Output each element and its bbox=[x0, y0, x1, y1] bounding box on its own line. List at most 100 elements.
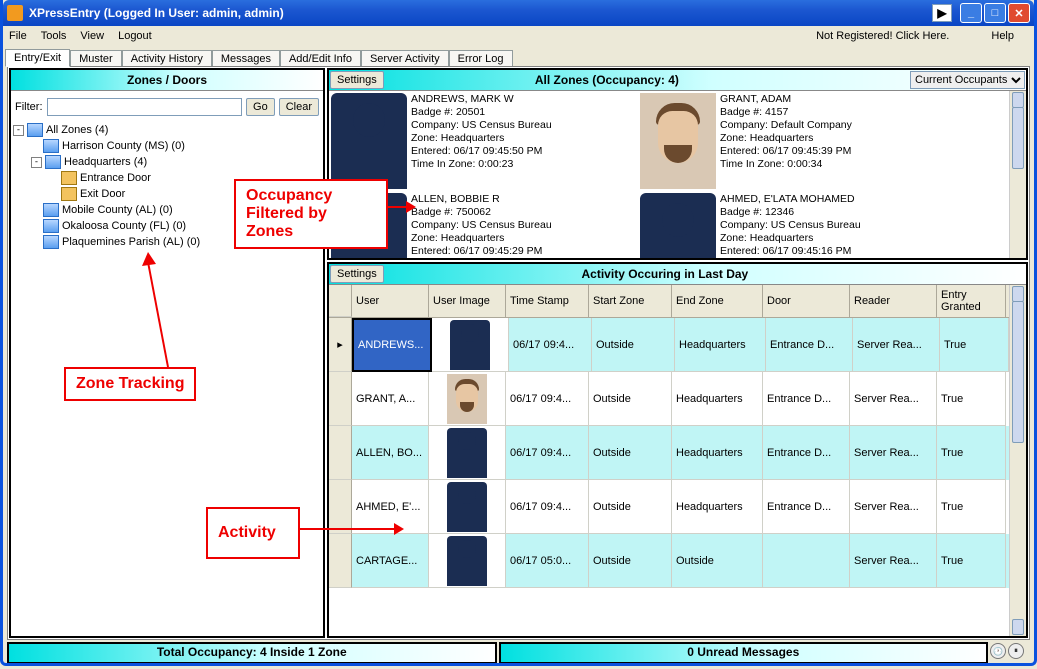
occupant-entered: Entered: 06/17 09:45:29 PM bbox=[411, 245, 552, 258]
occupant-zone: Zone: Headquarters bbox=[411, 232, 552, 245]
cell: Server Rea... bbox=[853, 318, 940, 372]
tab-error-log[interactable]: Error Log bbox=[449, 50, 513, 67]
tab-server-activity[interactable]: Server Activity bbox=[361, 50, 449, 67]
column-header[interactable]: Time Stamp bbox=[506, 285, 589, 317]
cell: Entrance D... bbox=[763, 426, 850, 480]
occupant-badge: Badge #: 750062 bbox=[411, 206, 552, 219]
activity-title: Activity Occuring in Last Day bbox=[344, 267, 986, 281]
column-header[interactable] bbox=[329, 285, 352, 317]
occupant-card[interactable]: AHMED, E'LATA MOHAMEDBadge #: 12346Compa… bbox=[638, 191, 947, 260]
table-row[interactable]: CARTAGE...06/17 05:0...OutsideOutsideSer… bbox=[329, 534, 1009, 588]
menu-logout[interactable]: Logout bbox=[118, 30, 152, 42]
tab-entry-exit[interactable]: Entry/Exit bbox=[5, 49, 70, 67]
scroll-down-arrow[interactable] bbox=[1012, 619, 1024, 635]
cell: Server Rea... bbox=[850, 372, 937, 426]
filter-label: Filter: bbox=[15, 101, 43, 113]
building-icon bbox=[45, 155, 61, 169]
tree-item[interactable]: -All Zones (4) bbox=[13, 122, 321, 138]
row-header[interactable]: ▸ bbox=[329, 318, 352, 372]
building-icon bbox=[43, 203, 59, 217]
tree-item[interactable]: -Headquarters (4) bbox=[13, 154, 321, 170]
column-header[interactable]: End Zone bbox=[672, 285, 763, 317]
cell: Outside bbox=[672, 534, 763, 588]
pause-icon[interactable]: ⏸ bbox=[1008, 643, 1024, 659]
occupant-photo bbox=[640, 93, 716, 189]
clear-button[interactable]: Clear bbox=[279, 98, 319, 116]
cell: True bbox=[940, 318, 1009, 372]
column-header[interactable]: Door bbox=[763, 285, 850, 317]
column-header[interactable]: User Image bbox=[429, 285, 506, 317]
table-row[interactable]: AHMED, E'...06/17 09:4...OutsideHeadquar… bbox=[329, 480, 1009, 534]
column-header[interactable]: Reader bbox=[850, 285, 937, 317]
column-header[interactable]: Start Zone bbox=[589, 285, 672, 317]
cell: 06/17 09:4... bbox=[506, 426, 589, 480]
activity-scrollbar[interactable] bbox=[1009, 285, 1026, 636]
status-messages[interactable]: 0 Unread Messages bbox=[499, 642, 989, 664]
occupant-badge: Badge #: 4157 bbox=[720, 106, 852, 119]
menu-file[interactable]: File bbox=[9, 30, 27, 42]
scroll-thumb[interactable] bbox=[1012, 301, 1024, 443]
row-header[interactable] bbox=[329, 426, 352, 480]
titlebar[interactable]: XPressEntry (Logged In User: admin, admi… bbox=[3, 0, 1034, 26]
table-row[interactable]: GRANT, A...06/17 09:4...OutsideHeadquart… bbox=[329, 372, 1009, 426]
tree-item[interactable]: Harrison County (MS) (0) bbox=[13, 138, 321, 154]
building-icon bbox=[43, 219, 59, 233]
menu-tools[interactable]: Tools bbox=[41, 30, 67, 42]
scroll-up-arrow[interactable] bbox=[1012, 92, 1024, 108]
row-header[interactable] bbox=[329, 372, 352, 426]
occupant-company: Company: Default Company bbox=[720, 119, 852, 132]
table-row[interactable]: ALLEN, BO...06/17 09:4...OutsideHeadquar… bbox=[329, 426, 1009, 480]
occupant-card[interactable]: ANDREWS, MARK WBadge #: 20501Company: US… bbox=[329, 91, 638, 191]
cell: True bbox=[937, 534, 1006, 588]
tree-item-label: Harrison County (MS) (0) bbox=[62, 140, 185, 152]
occupants-scrollbar[interactable] bbox=[1009, 91, 1026, 260]
occupant-name: ALLEN, BOBBIE R bbox=[411, 193, 552, 206]
cell: Headquarters bbox=[672, 372, 763, 426]
menu-view[interactable]: View bbox=[80, 30, 104, 42]
scroll-thumb[interactable] bbox=[1012, 107, 1024, 169]
menu-help[interactable]: Help bbox=[991, 30, 1014, 42]
scroll-up-arrow[interactable] bbox=[1012, 286, 1024, 302]
table-row[interactable]: ▸ANDREWS...06/17 09:4...OutsideHeadquart… bbox=[329, 318, 1009, 372]
not-registered-link[interactable]: Not Registered! Click Here. bbox=[816, 30, 949, 42]
column-header[interactable]: Entry Granted bbox=[937, 285, 1006, 317]
cell bbox=[429, 534, 506, 588]
occupant-card[interactable]: GRANT, ADAMBadge #: 4157Company: Default… bbox=[638, 91, 947, 191]
maximize-button[interactable]: □ bbox=[984, 3, 1006, 23]
activity-grid[interactable]: UserUser ImageTime StampStart ZoneEnd Zo… bbox=[329, 285, 1009, 636]
occupant-zone: Zone: Headquarters bbox=[720, 232, 861, 245]
cell: Outside bbox=[589, 372, 672, 426]
occupant-time: Time In Zone: 0:00:57 bbox=[720, 258, 861, 260]
occupant-time: Time In Zone: 0:00:34 bbox=[720, 158, 852, 171]
cell: Entrance D... bbox=[766, 318, 853, 372]
occupant-photo bbox=[640, 193, 716, 260]
building-icon bbox=[43, 139, 59, 153]
minimize-button[interactable]: _ bbox=[960, 3, 982, 23]
tree-item-label: Headquarters (4) bbox=[64, 156, 147, 168]
go-button[interactable]: Go bbox=[246, 98, 275, 116]
occupant-company: Company: US Census Bureau bbox=[720, 219, 861, 232]
window-title: XPressEntry (Logged In User: admin, admi… bbox=[29, 6, 284, 20]
play-icon[interactable]: ▶ bbox=[932, 4, 952, 22]
occupant-entered: Entered: 06/17 09:45:50 PM bbox=[411, 145, 552, 158]
row-header[interactable] bbox=[329, 534, 352, 588]
occupancy-mode-select[interactable]: Current Occupants bbox=[910, 71, 1025, 89]
user-image bbox=[450, 320, 490, 370]
occupant-company: Company: US Census Bureau bbox=[411, 219, 552, 232]
occupant-entered: Entered: 06/17 09:45:39 PM bbox=[720, 145, 852, 158]
cell: Server Rea... bbox=[850, 480, 937, 534]
cell: 06/17 09:4... bbox=[509, 318, 592, 372]
column-header[interactable]: User bbox=[352, 285, 429, 317]
filter-input[interactable] bbox=[47, 98, 243, 116]
occupants-grid: ANDREWS, MARK WBadge #: 20501Company: US… bbox=[329, 91, 1009, 260]
cell: True bbox=[937, 426, 1006, 480]
status-occupancy: Total Occupancy: 4 Inside 1 Zone bbox=[7, 642, 497, 664]
tab-muster[interactable]: Muster bbox=[70, 50, 122, 67]
tab-activity-history[interactable]: Activity History bbox=[122, 50, 212, 67]
clock-icon[interactable]: 🕐 bbox=[990, 643, 1006, 659]
arrow-icon bbox=[138, 252, 188, 375]
occupant-time: Time In Zone: 0:00:44 bbox=[411, 258, 552, 260]
tab-add-edit-info[interactable]: Add/Edit Info bbox=[280, 50, 361, 67]
tab-messages[interactable]: Messages bbox=[212, 50, 280, 67]
close-button[interactable]: ✕ bbox=[1008, 3, 1030, 23]
